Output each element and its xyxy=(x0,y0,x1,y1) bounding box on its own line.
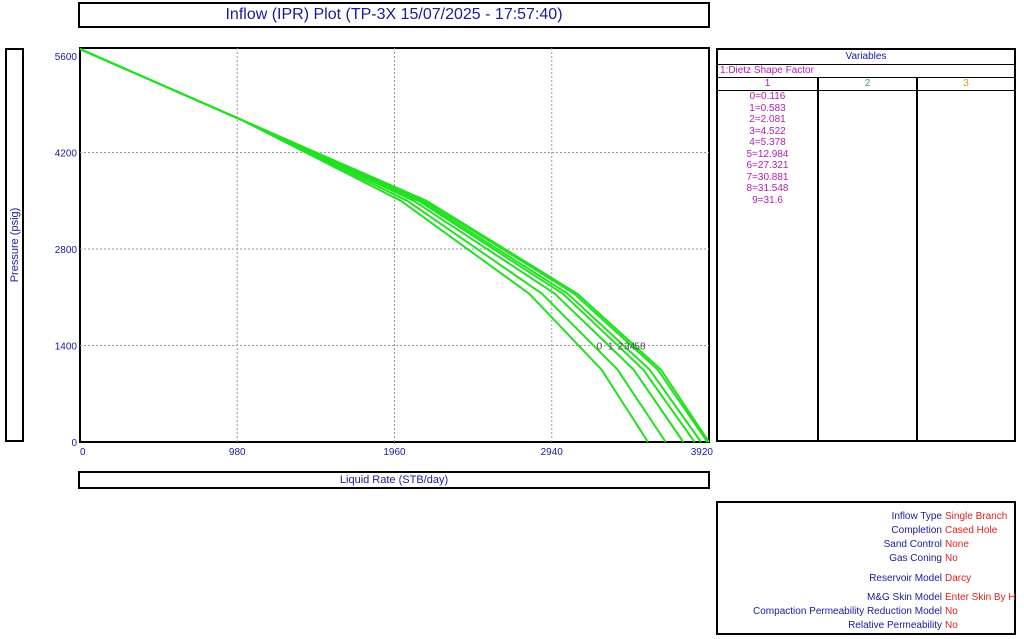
y-tick-label: 1400 xyxy=(55,342,78,353)
x-tick-label: 980 xyxy=(229,447,246,458)
info-label: Completion xyxy=(891,525,942,536)
y-tick-label: 2800 xyxy=(55,245,78,256)
variables-subtitle: 1:Dietz Shape Factor xyxy=(718,64,1014,78)
info-value: Single Branch xyxy=(945,511,1008,522)
info-value: Cased Hole xyxy=(945,525,998,536)
curve-label: 1 xyxy=(608,342,614,353)
variable-item: 2=2.081 xyxy=(749,114,786,125)
column-header-3: 3 xyxy=(918,77,1014,91)
info-label: Relative Permeability xyxy=(848,620,942,631)
variable-item: 5=12.984 xyxy=(746,148,789,160)
variable-item: 6=27.321 xyxy=(746,160,789,171)
x-tick-label: 2940 xyxy=(541,447,564,458)
y-tick-label: 5600 xyxy=(55,52,78,63)
x-tick-label: 0 xyxy=(80,447,86,458)
info-value: Enter Skin By H xyxy=(945,592,1016,603)
variables-column-3: 3 xyxy=(918,77,1014,440)
curve-label: 2 xyxy=(618,342,624,353)
x-tick-label: 1960 xyxy=(383,447,406,458)
info-value: No xyxy=(945,606,958,617)
variables-list: 0=0.116 1=0.583 2=2.081 3=4.522 4=5.378 5=12.… xyxy=(718,91,817,206)
variables-title: Variables xyxy=(718,50,1014,65)
variable-item: 0=0.116 xyxy=(749,91,786,102)
info-label: Reservoir Model xyxy=(869,573,942,584)
y-tick-label: 0 xyxy=(71,438,77,449)
variable-item: 9=31.6 xyxy=(752,194,783,206)
variable-item: 4=5.378 xyxy=(749,137,786,148)
model-info-panel: Inflow Type Single Branch Completion Cased … xyxy=(716,501,1016,635)
info-label: Compaction Permeability Reduction Model xyxy=(753,606,942,617)
info-value: No xyxy=(945,553,958,564)
y-tick-label: 4200 xyxy=(55,149,78,160)
curve-label: 0 xyxy=(597,342,603,353)
x-ticks: 0 980 1960 2940 3920 xyxy=(80,447,713,458)
variable-item: 1=0.583 xyxy=(749,102,786,114)
info-label: Gas Coning xyxy=(889,553,942,564)
variable-item: 7=30.881 xyxy=(746,171,789,183)
column-header-1: 1 xyxy=(718,77,817,91)
variable-item: 3=4.522 xyxy=(749,125,786,137)
variables-panel: Variables 1:Dietz Shape Factor 1 0=0.116… xyxy=(716,48,1016,442)
info-value: None xyxy=(945,539,969,550)
curve-label: 8 xyxy=(640,342,646,353)
x-axis-label: Liquid Rate (STB/day) xyxy=(339,474,449,486)
y-ticks: 0 1400 2800 4200 5600 xyxy=(55,52,78,449)
info-label: Sand Control xyxy=(883,539,942,550)
info-value: Darcy xyxy=(945,573,972,584)
x-axis-label-box: Liquid Rate (STB/day) xyxy=(78,471,710,489)
x-tick-label: 3920 xyxy=(691,447,714,458)
variables-column-1: 1 0=0.116 1=0.583 2=2.081 3=4.522 4=5.378 5=1… xyxy=(718,77,819,440)
variables-column-2: 2 xyxy=(819,77,918,440)
info-label: Inflow Type xyxy=(891,511,942,522)
info-value: No xyxy=(945,620,958,631)
variable-item: 8=31.548 xyxy=(746,183,789,194)
info-label: M&G Skin Model xyxy=(866,592,942,603)
ipr-chart: 0123458 0 980 1960 2940 3920 014002800420056… xyxy=(55,47,713,458)
column-header-2: 2 xyxy=(819,77,916,91)
